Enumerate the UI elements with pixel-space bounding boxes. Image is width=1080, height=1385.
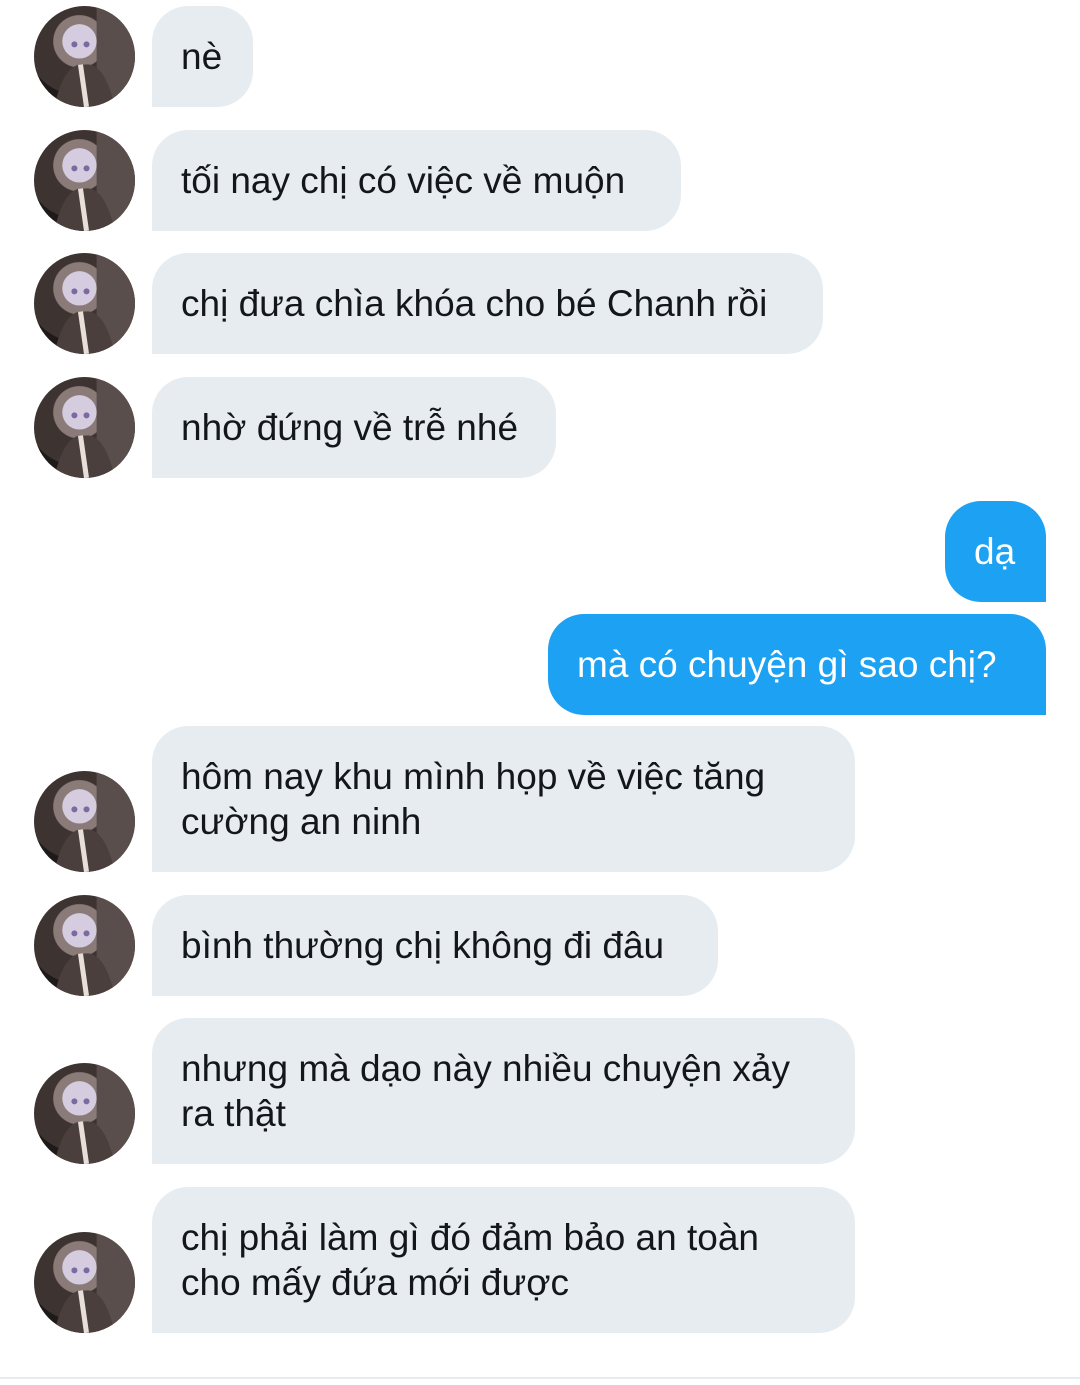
message-row: hôm nay khu mình họp về việc tăng cường … [0,726,1080,872]
message-text: mà có chuyện gì sao chị? [577,644,997,685]
message-row: nhờ đứng về trễ nhé [0,377,1080,478]
message-text: tối nay chị có việc về muộn [181,160,626,201]
message-text: bình thường chị không đi đâu [181,925,665,966]
message-row: tối nay chị có việc về muộn [0,130,1080,231]
contact-avatar-icon[interactable] [34,130,135,231]
message-text: chị phải làm gì đó đảm bảo an toàn cho m… [181,1217,759,1303]
contact-avatar-icon[interactable] [34,1063,135,1164]
message-text: chị đưa chìa khóa cho bé Chanh rồi [181,283,768,324]
message-text: nhờ đứng về trễ nhé [181,407,519,448]
incoming-message-bubble[interactable]: bình thường chị không đi đâu [152,895,718,996]
incoming-message-bubble[interactable]: nè [152,6,253,107]
message-row: dạ [0,501,1080,602]
message-text: dạ [974,531,1016,572]
contact-avatar-icon[interactable] [34,771,135,872]
contact-avatar-icon[interactable] [34,1232,135,1333]
message-text: nhưng mà dạo này nhiều chuyện xảy ra thậ… [181,1048,790,1134]
message-thread: nè tối nay chị có việc về muộn chị đưa c… [0,0,1080,1385]
incoming-message-bubble[interactable]: chị phải làm gì đó đảm bảo an toàn cho m… [152,1187,855,1333]
contact-avatar-icon[interactable] [34,377,135,478]
message-row: chị đưa chìa khóa cho bé Chanh rồi [0,253,1080,354]
contact-avatar-icon[interactable] [34,895,135,996]
contact-avatar-icon[interactable] [34,253,135,354]
incoming-message-bubble[interactable]: nhưng mà dạo này nhiều chuyện xảy ra thậ… [152,1018,855,1164]
message-row: mà có chuyện gì sao chị? [0,614,1080,715]
incoming-message-bubble[interactable]: hôm nay khu mình họp về việc tăng cường … [152,726,855,872]
incoming-message-bubble[interactable]: tối nay chị có việc về muộn [152,130,681,231]
outgoing-message-bubble[interactable]: dạ [945,501,1046,602]
divider [0,1377,1080,1379]
outgoing-message-bubble[interactable]: mà có chuyện gì sao chị? [548,614,1046,715]
contact-avatar-icon[interactable] [34,6,135,107]
incoming-message-bubble[interactable]: nhờ đứng về trễ nhé [152,377,556,478]
message-text: nè [181,36,223,77]
incoming-message-bubble[interactable]: chị đưa chìa khóa cho bé Chanh rồi [152,253,823,354]
message-row: bình thường chị không đi đâu [0,895,1080,996]
message-row: nè [0,6,1080,107]
message-row: chị phải làm gì đó đảm bảo an toàn cho m… [0,1187,1080,1333]
message-text: hôm nay khu mình họp về việc tăng cường … [181,756,766,842]
message-row: nhưng mà dạo này nhiều chuyện xảy ra thậ… [0,1018,1080,1164]
